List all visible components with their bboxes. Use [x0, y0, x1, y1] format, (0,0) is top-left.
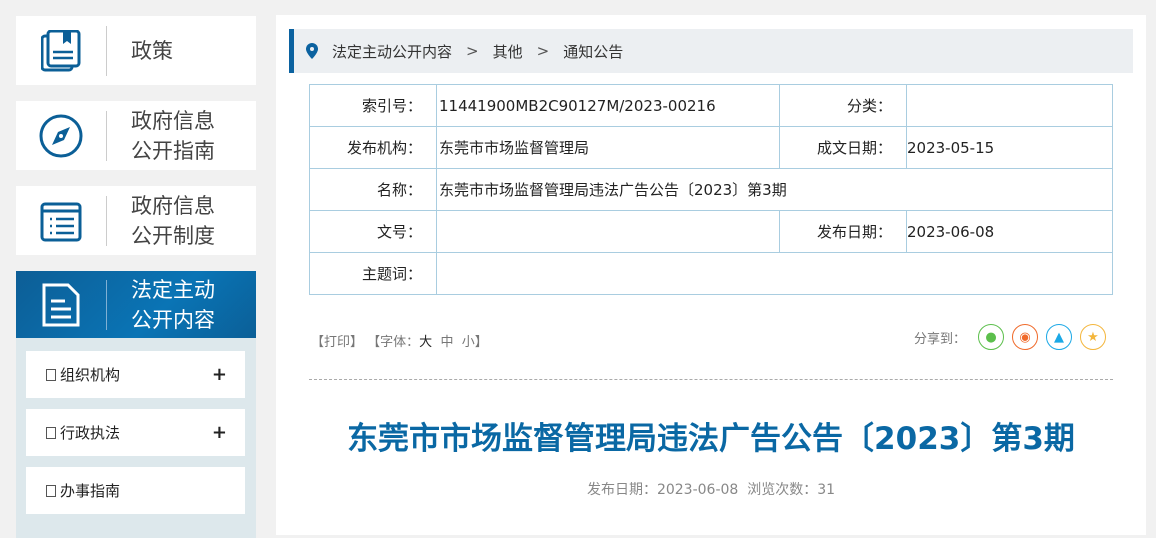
wechat-icon[interactable]: ●: [978, 324, 1004, 350]
expand-icon[interactable]: +: [212, 422, 227, 443]
value: [436, 210, 780, 253]
submenu: 组织机构 + 行政执法 + 办事指南: [16, 338, 256, 538]
label: 成文日期：: [779, 126, 907, 169]
value: [436, 252, 1113, 295]
weibo-icon[interactable]: ◉: [1012, 324, 1038, 350]
font-label: 【字体：: [367, 335, 420, 350]
value: 11441900MB2C90127M/2023-00216: [436, 84, 780, 127]
breadcrumb-link[interactable]: 其他: [493, 41, 523, 62]
nav-label: 公开制度: [131, 223, 215, 248]
font-label-end: 】: [474, 335, 488, 350]
font-small-button[interactable]: 小: [462, 335, 475, 350]
nav-guide[interactable]: 政府信息 公开指南: [16, 101, 256, 170]
label: 主题词：: [309, 252, 437, 295]
label: 分类：: [779, 84, 907, 127]
breadcrumb-link[interactable]: 法定主动公开内容: [332, 41, 452, 62]
article-meta: 发布日期：2023-06-08 浏览次数：31: [586, 482, 836, 498]
submenu-label: 行政执法: [60, 424, 121, 442]
nav-label: 政府信息: [131, 193, 215, 218]
value: 东莞市市场监督管理局违法广告公告〔2023〕第3期: [436, 168, 1113, 211]
toolbar: 【打印】 【字体：大 中 小】: [311, 331, 488, 350]
page-icon: [46, 484, 56, 497]
value: 2023-06-08: [906, 210, 1113, 253]
nav-label: 政府信息: [131, 108, 215, 133]
label: 名称：: [309, 168, 437, 211]
label: 索引号：: [309, 84, 437, 127]
share-bar: 分享到： ● ◉ ▲ ★: [914, 324, 1106, 350]
submenu-label: 办事指南: [60, 482, 121, 500]
compass-icon: [16, 114, 106, 158]
list-icon: [16, 200, 106, 242]
divider: [309, 379, 1113, 380]
chevron-right-icon: >: [466, 42, 479, 60]
font-large-button[interactable]: 大: [419, 335, 432, 350]
nav-label: 公开内容: [131, 308, 215, 332]
label: 发布日期：: [779, 210, 907, 253]
book-icon: [16, 29, 106, 72]
print-button[interactable]: 【打印】: [311, 335, 363, 350]
article-title: 东莞市市场监督管理局违法广告公告〔2023〕第3期: [347, 421, 1075, 457]
nav-label: 法定主动: [131, 278, 215, 302]
qzone-star-icon[interactable]: ★: [1080, 324, 1106, 350]
breadcrumb-link[interactable]: 通知公告: [563, 41, 623, 62]
info-table: 索引号： 11441900MB2C90127M/2023-00216 分类： 发布机…: [309, 84, 1113, 295]
value: 2023-05-15: [906, 126, 1113, 169]
document-icon: [16, 283, 106, 327]
font-medium-button[interactable]: 中: [440, 335, 453, 350]
submenu-label: 组织机构: [60, 366, 121, 384]
nav-statutory[interactable]: 法定主动 公开内容: [16, 271, 256, 339]
page-icon: [46, 368, 56, 381]
chevron-right-icon: >: [536, 42, 550, 60]
page-icon: [46, 426, 56, 439]
submenu-item-org[interactable]: 组织机构 +: [26, 351, 245, 398]
location-pin-icon: [306, 43, 318, 59]
nav-policy[interactable]: 政策: [16, 16, 256, 85]
label: 文号：: [309, 210, 437, 253]
nav-system[interactable]: 政府信息 公开制度: [16, 186, 256, 255]
expand-icon[interactable]: +: [212, 364, 227, 385]
label: 发布机构：: [309, 126, 437, 169]
breadcrumb: 法定主动公开内容 > 其他 > 通知公告: [289, 29, 1133, 73]
share-label: 分享到：: [913, 331, 966, 347]
value: 东莞市市场监督管理局: [436, 126, 780, 169]
main-content: 法定主动公开内容 > 其他 > 通知公告 索引号： 11441900MB2C90127…: [276, 15, 1146, 535]
qq-icon[interactable]: ▲: [1046, 324, 1072, 350]
submenu-item-guide[interactable]: 办事指南: [26, 467, 245, 514]
nav-label: 公开指南: [131, 138, 215, 163]
submenu-item-enforcement[interactable]: 行政执法 +: [26, 409, 245, 456]
value: [906, 84, 1113, 127]
